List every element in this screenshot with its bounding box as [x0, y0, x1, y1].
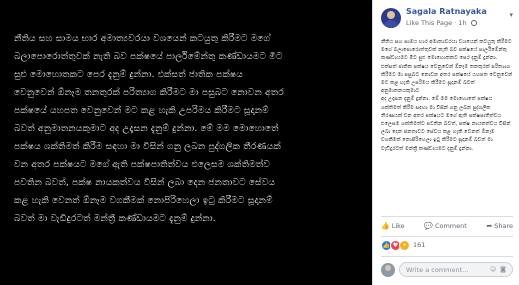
post-header: Sagala Ratnayaka Like This Page · 1h ▾ [381, 7, 513, 33]
thumbs-up-icon: 👍 [381, 221, 390, 230]
post-meta: Like This Page · 1h [406, 19, 477, 27]
comment-placeholder: Write a comment... [406, 266, 469, 274]
current-user-avatar [381, 263, 395, 277]
reaction-count[interactable]: 161 [413, 241, 425, 249]
like-button[interactable]: 👍 Like [381, 220, 405, 232]
comment-input[interactable]: Write a comment... ☺ ◙ [399, 262, 513, 277]
like-label: Like [391, 222, 405, 230]
divider [381, 216, 513, 217]
divider [381, 256, 513, 257]
post-image-text: නීතිය සහ සාමය භාර අමාත්‍යවරයා වශයෙන් කටය… [14, 34, 284, 224]
photo-viewer: නීතිය සහ සාමය භාර අමාත්‍යවරයා වශයෙන් කටය… [0, 0, 372, 285]
post-actions: 👍 Like 💬 Comment ➦ Share [381, 220, 513, 232]
share-arrow-icon: ➦ [486, 221, 493, 230]
comment-composer: Write a comment... ☺ ◙ [381, 262, 513, 278]
share-label: Share [494, 222, 513, 230]
globe-icon [470, 20, 477, 26]
author-name[interactable]: Sagala Ratnayaka [406, 7, 487, 16]
reactions-summary[interactable]: 👍 ♥ • 161 [381, 239, 425, 251]
post-body: නීතිය සහ සාමය භාර අමාත්‍යවරයා වශයෙන් කටය… [381, 39, 513, 152]
post-meta-text[interactable]: Like This Page · 1h [406, 19, 467, 27]
wow-reaction-icon: • [399, 239, 410, 251]
divider [381, 236, 513, 237]
comment-button[interactable]: 💬 Comment [424, 220, 467, 232]
chevron-down-icon[interactable]: ▾ [509, 11, 513, 19]
share-button[interactable]: ➦ Share [486, 220, 513, 232]
comment-label: Comment [434, 222, 467, 230]
speech-bubble-icon: 💬 [424, 221, 433, 230]
author-avatar[interactable] [381, 8, 401, 28]
emoji-camera-icons[interactable]: ☺ ◙ [490, 266, 507, 273]
post-sidebar: Sagala Ratnayaka Like This Page · 1h ▾ න… [372, 0, 519, 285]
